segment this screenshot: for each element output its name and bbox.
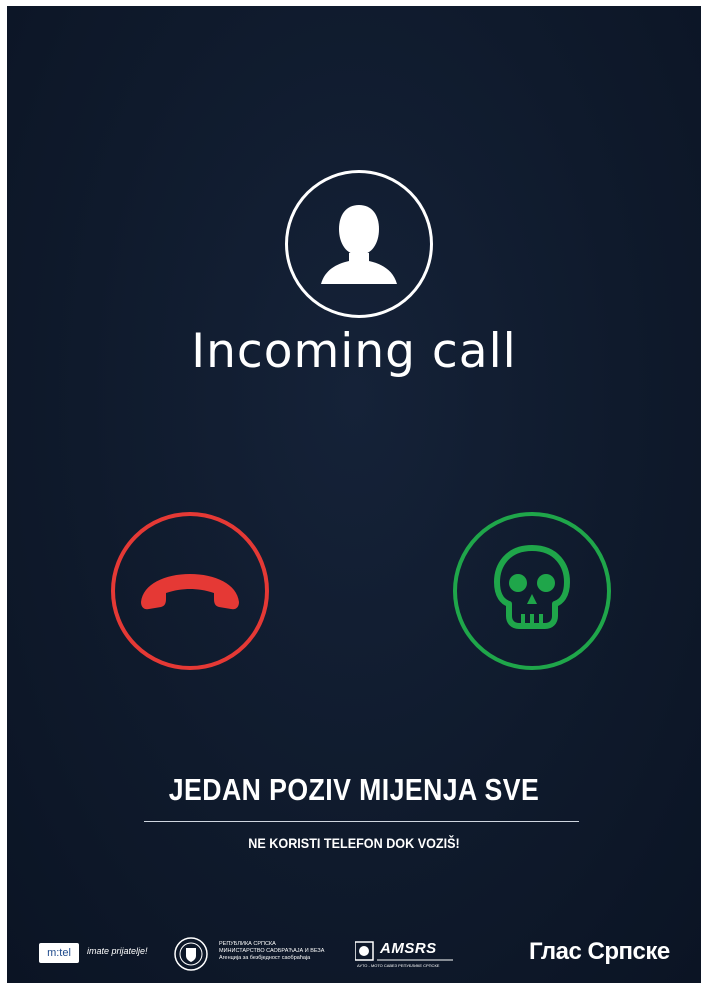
sponsor-footer: m:tel imate prijatelje! РЕПУБЛИКА СРПСКА… — [7, 934, 701, 978]
user-avatar-icon — [321, 205, 397, 284]
glas-srpske-logo: Глас Српске — [529, 938, 670, 965]
amsrs-logo: AMSRS — [380, 940, 437, 957]
divider — [144, 821, 579, 822]
phone-hangup-icon — [141, 574, 239, 610]
campaign-slogan: JEDAN POZIV MIJENJA SVE — [168, 772, 540, 807]
caller-title: Incoming call — [191, 324, 517, 379]
mtel-tagline: imate prijatelje! — [87, 946, 148, 956]
campaign-subslogan: NE KORISTI TELEFON DOK VOZIŠ! — [248, 835, 460, 851]
decline-call-button[interactable] — [111, 512, 269, 670]
accept-call-button[interactable] — [453, 512, 611, 670]
poster: Incoming call JEDAN POZIV MIJENJA SVE NE… — [7, 6, 701, 983]
coat-of-arms-icon — [174, 937, 208, 971]
ministry-line-3: Агенција за безбједност саобраћаја — [219, 955, 311, 961]
skull-icon — [494, 545, 570, 629]
ministry-line-2: МИНИСТАРСТВО САОБРАЋАЈА И ВЕЗА — [219, 948, 325, 954]
ministry-logo-text: РЕПУБЛИКА СРПСКА МИНИСТАРСТВО САОБРАЋАЈА… — [219, 941, 339, 962]
caller-avatar — [285, 170, 433, 318]
mtel-logo: m:tel — [39, 943, 79, 963]
ministry-line-1: РЕПУБЛИКА СРПСКА — [219, 941, 276, 947]
amsrs-subtitle: АУТО - МОТО САВЕЗ РЕПУБЛИКЕ СРПСКЕ — [357, 963, 440, 968]
